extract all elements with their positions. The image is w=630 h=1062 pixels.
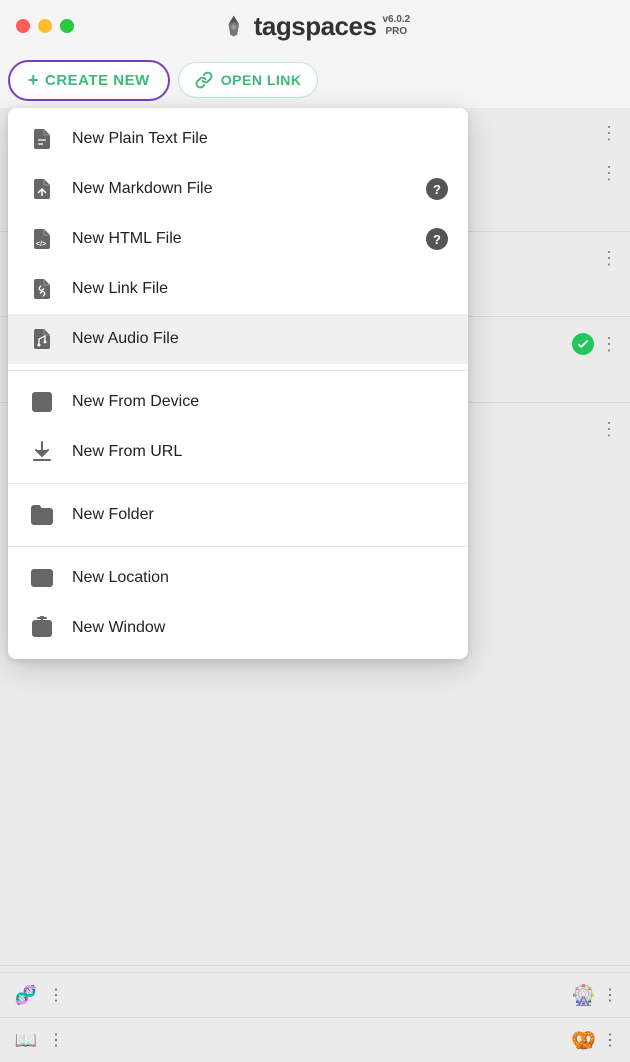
window-icon [28,614,56,642]
location-icon [28,564,56,592]
menu-item-html-label: New HTML File [72,230,410,248]
text-file-icon [28,125,56,153]
group4-menu[interactable]: ⋮ [600,419,618,440]
dropdown-section-folder: New Folder [8,483,468,546]
markdown-file-icon [28,175,56,203]
bottom-panel: 🧬 ⋮ 🎡 ⋮ 📖 ⋮ 🥨 ⋮ [0,959,630,1062]
maximize-button[interactable] [60,19,74,33]
group3-menu[interactable]: ⋮ [600,334,618,355]
create-new-dropdown: New Plain Text File New Markdown File ? … [8,108,468,659]
done-icon [576,337,590,351]
app-version: v6.0.2 PRO [382,14,410,38]
menu-item-from-url-label: New From URL [72,443,448,461]
menu-item-new-location[interactable]: New Location [8,553,468,603]
html-help-icon[interactable]: ? [426,228,448,250]
from-url-icon [28,438,56,466]
dropdown-section-files: New Plain Text File New Markdown File ? … [8,108,468,370]
menu-item-plain-text[interactable]: New Plain Text File [8,114,468,164]
menu-item-new-folder[interactable]: New Folder [8,490,468,540]
svg-text:</>: </> [36,241,46,248]
logo-area: tagspaces v6.0.2 PRO [220,11,411,42]
link-file-icon [28,275,56,303]
bottom-row-1-right-menu[interactable]: ⋮ [602,985,618,1005]
link-icon [195,71,213,89]
bottom-icon-2: 📖 [12,1026,40,1054]
markdown-help-icon[interactable]: ? [426,178,448,200]
app-name: tagspaces [254,11,377,42]
bottom-row-2: 📖 ⋮ 🥨 ⋮ [0,1017,630,1062]
bottom-row-2-right: 🥨 ⋮ [571,1028,618,1053]
tags-panel-menu[interactable]: ⋮ [600,123,618,144]
create-new-button[interactable]: + CREATE NEW [8,60,170,101]
bottom-row-2-menu[interactable]: ⋮ [48,1030,64,1050]
menu-item-link-label: New Link File [72,280,448,298]
audio-file-icon [28,325,56,353]
traffic-lights [16,19,74,33]
bottom-row-2-right-icon: 🥨 [571,1028,596,1053]
menu-item-from-device[interactable]: New From Device [8,377,468,427]
titlebar: tagspaces v6.0.2 PRO [0,0,630,52]
menu-item-markdown-label: New Markdown File [72,180,410,198]
menu-item-new-folder-label: New Folder [72,506,448,524]
menu-item-html[interactable]: </> New HTML File ? [8,214,468,264]
bottom-row-2-right-menu[interactable]: ⋮ [602,1030,618,1050]
minimize-button[interactable] [38,19,52,33]
toolbar: + CREATE NEW OPEN LINK [0,52,630,108]
bottom-icon-1: 🧬 [12,981,40,1009]
bottom-row-1-right: 🎡 ⋮ [571,983,618,1008]
open-link-label: OPEN LINK [221,72,302,88]
open-link-button[interactable]: OPEN LINK [178,62,319,98]
group1-menu[interactable]: ⋮ [600,163,618,184]
main-area: + CREATE NEW OPEN LINK TAGS ⋮ ∨ ⋮ no y [0,52,630,1062]
menu-item-markdown[interactable]: New Markdown File ? [8,164,468,214]
create-new-label: CREATE NEW [45,72,150,89]
bottom-row-1-right-icon: 🎡 [571,983,596,1008]
menu-item-link[interactable]: New Link File [8,264,468,314]
group2-menu[interactable]: ⋮ [600,248,618,269]
bottom-row-1: 🧬 ⋮ 🎡 ⋮ [0,972,630,1017]
menu-item-new-location-label: New Location [72,569,448,587]
plus-icon: + [28,70,39,91]
menu-item-new-window-label: New Window [72,619,448,637]
bottom-row-1-menu[interactable]: ⋮ [48,985,64,1005]
menu-item-from-device-label: New From Device [72,393,448,411]
dropdown-section-import: New From Device New From URL [8,370,468,483]
menu-item-audio[interactable]: New Audio File [8,314,468,364]
dropdown-section-location: New Location New Window [8,546,468,659]
menu-item-audio-label: New Audio File [72,330,448,348]
logo-icon [220,12,248,40]
close-button[interactable] [16,19,30,33]
menu-item-from-url[interactable]: New From URL [8,427,468,477]
folder-icon [28,501,56,529]
html-file-icon: </> [28,225,56,253]
from-device-icon [28,388,56,416]
menu-item-plain-text-label: New Plain Text File [72,130,448,148]
menu-item-new-window[interactable]: New Window [8,603,468,653]
